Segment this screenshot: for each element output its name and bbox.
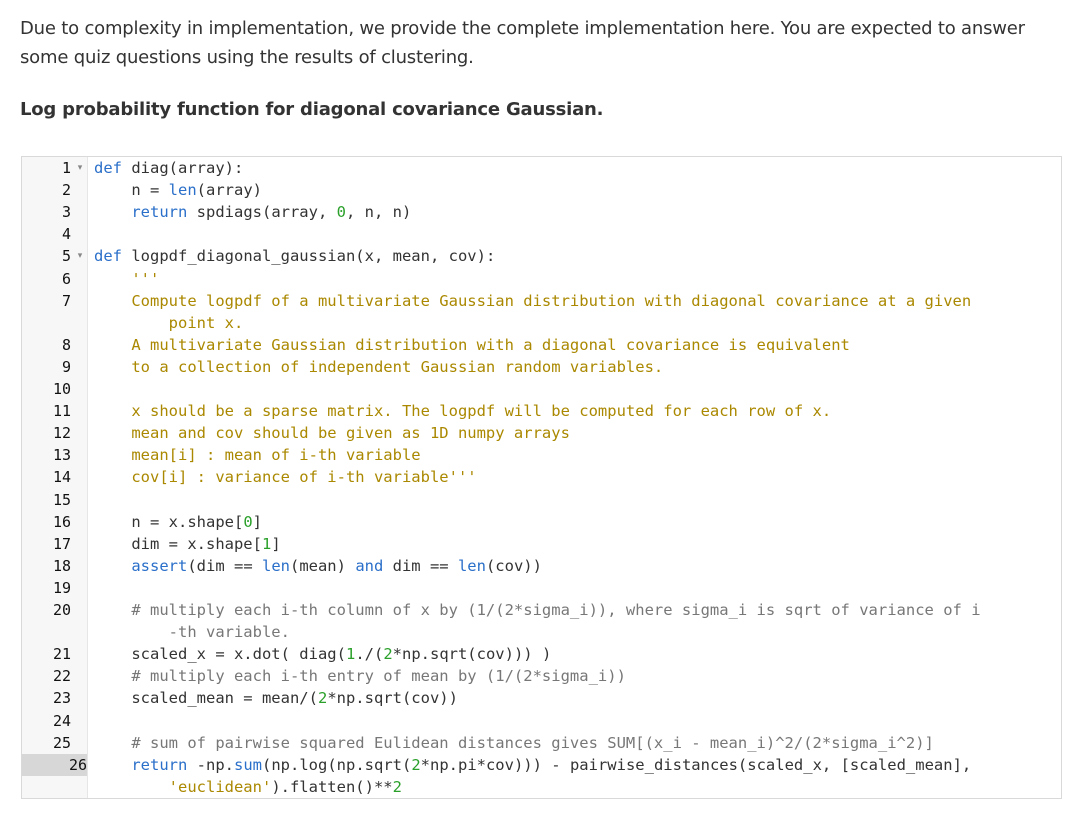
code-text: scaled_mean = mean/(2*np.sqrt(cov)) — [94, 689, 458, 708]
line-number: 12 — [52, 424, 71, 443]
code-line[interactable]: 26 return -np.sum(np.log(np.sqrt(2*np.pi… — [22, 753, 1061, 776]
code-line[interactable]: 24 — [22, 710, 1061, 732]
line-number: 16 — [52, 512, 71, 531]
code-line[interactable]: 18 assert(dim == len(mean) and dim == le… — [22, 555, 1061, 577]
line-number: 2 — [61, 181, 71, 200]
code-text: assert(dim == len(mean) and dim == len(c… — [131, 556, 542, 575]
line-number: 6 — [61, 269, 71, 288]
code-text: n = x.shape[0] — [94, 512, 262, 531]
line-number: 24 — [52, 711, 71, 730]
code-text: def logpdf_diagonal_gaussian(x, mean, co… — [94, 247, 496, 266]
section-title: Log probability function for diagonal co… — [20, 99, 604, 120]
line-number: 25 — [52, 733, 71, 752]
code-line[interactable]: 13 mean[i] : mean of i-th variable — [22, 444, 1061, 466]
code-text: to a collection of independent Gaussian … — [94, 357, 664, 376]
code-line[interactable]: 19 — [22, 577, 1061, 599]
line-number: 1 — [61, 159, 71, 177]
line-number: 13 — [52, 446, 71, 465]
code-line[interactable]: 17 dim = x.shape[1] — [22, 533, 1061, 555]
code-line[interactable]: 10 — [22, 378, 1061, 400]
code-line[interactable]: 15 — [22, 489, 1061, 511]
code-line[interactable]: 4 — [22, 223, 1061, 245]
code-line[interactable]: 16 n = x.shape[0] — [22, 511, 1061, 533]
line-number: 3 — [61, 203, 71, 222]
line-number: 8 — [61, 335, 71, 354]
code-line[interactable]: 20 # multiply each i-th column of x by (… — [22, 599, 1061, 621]
code-line[interactable]: 7 Compute logpdf of a multivariate Gauss… — [22, 290, 1061, 312]
fold-arrow-icon[interactable]: ▾ — [74, 245, 86, 267]
line-number: 22 — [52, 667, 71, 686]
code-text: -th variable. — [94, 623, 290, 642]
code-line[interactable]: 25 # sum of pairwise squared Eulidean di… — [22, 732, 1061, 754]
line-number: 5 — [61, 247, 71, 266]
code-text: return -np.sum(np.log(np.sqrt(2*np.pi*co… — [131, 755, 972, 774]
code-text: def diag(array): — [94, 159, 244, 177]
code-text: # multiply each i-th entry of mean by (1… — [94, 667, 626, 686]
fold-arrow-icon[interactable]: ▾ — [74, 157, 86, 179]
line-number: 9 — [61, 357, 71, 376]
code-text: scaled_x = x.dot( diag(1./(2*np.sqrt(cov… — [94, 645, 552, 664]
code-editor[interactable]: 1 ▾ def diag(array): 2 n = len(array) 3 retu… — [21, 156, 1062, 799]
code-text: # sum of pairwise squared Eulidean dista… — [94, 733, 934, 752]
code-line[interactable]: 21 scaled_x = x.dot( diag(1./(2*np.sqrt(… — [22, 643, 1061, 665]
line-number: 7 — [61, 291, 71, 310]
code-line[interactable]: 6 ''' — [22, 268, 1061, 290]
code-text: n = len(array) — [94, 181, 262, 200]
line-number: 18 — [52, 556, 71, 575]
intro-line-1: Due to complexity in implementation, we … — [20, 18, 1025, 39]
line-number: 19 — [52, 578, 71, 597]
code-line[interactable]: 'euclidean').flatten()**2 — [22, 776, 1061, 798]
code-text: point x. — [94, 313, 244, 332]
code-line[interactable]: 14 cov[i] : variance of i-th variable''' — [22, 466, 1061, 488]
line-number: 17 — [52, 534, 71, 553]
code-text: ''' — [94, 269, 160, 288]
code-line[interactable]: 1 ▾ def diag(array): — [22, 157, 1061, 179]
code-text: mean and cov should be given as 1D numpy… — [94, 424, 570, 443]
line-number: 15 — [52, 490, 71, 509]
code-text: return spdiags(array, 0, n, n) — [131, 203, 412, 222]
code-line[interactable]: 9 to a collection of independent Gaussia… — [22, 356, 1061, 378]
code-line[interactable]: -th variable. — [22, 621, 1061, 643]
code-line[interactable]: 23 scaled_mean = mean/(2*np.sqrt(cov)) — [22, 687, 1061, 709]
code-line[interactable]: 5 ▾ def logpdf_diagonal_gaussian(x, mean, … — [22, 245, 1061, 267]
code-text: x should be a sparse matrix. The logpdf … — [94, 402, 832, 421]
code-text: A multivariate Gaussian distribution wit… — [94, 335, 850, 354]
code-line[interactable]: point x. — [22, 312, 1061, 334]
line-number: 14 — [52, 468, 71, 487]
line-number: 4 — [61, 225, 71, 244]
line-number: 21 — [52, 645, 71, 664]
code-line[interactable]: 22 # multiply each i-th entry of mean by… — [22, 665, 1061, 687]
code-line[interactable]: 11 x should be a sparse matrix. The logp… — [22, 400, 1061, 422]
intro-paragraph: Due to complexity in implementation, we … — [20, 14, 1065, 72]
code-text: mean[i] : mean of i-th variable — [94, 446, 421, 465]
code-line[interactable]: 8 A multivariate Gaussian distribution w… — [22, 334, 1061, 356]
line-number: 10 — [52, 380, 71, 398]
code-text: cov[i] : variance of i-th variable''' — [94, 468, 477, 487]
code-line[interactable]: 12 mean and cov should be given as 1D nu… — [22, 422, 1061, 444]
line-number: 23 — [52, 689, 71, 708]
code-text: # multiply each i-th column of x by (1/(… — [94, 601, 981, 619]
line-number: 26 — [22, 753, 87, 776]
line-number: 20 — [52, 601, 71, 619]
code-line[interactable]: 2 n = len(array) — [22, 179, 1061, 201]
code-line[interactable]: 3 return spdiags(array, 0, n, n) — [22, 201, 1061, 223]
code-text: dim = x.shape[1] — [94, 534, 281, 553]
code-text: 'euclidean').flatten()**2 — [168, 777, 402, 796]
intro-line-2: some quiz questions using the results of… — [20, 47, 474, 68]
line-number: 11 — [52, 402, 71, 421]
code-text: Compute logpdf of a multivariate Gaussia… — [94, 291, 972, 310]
